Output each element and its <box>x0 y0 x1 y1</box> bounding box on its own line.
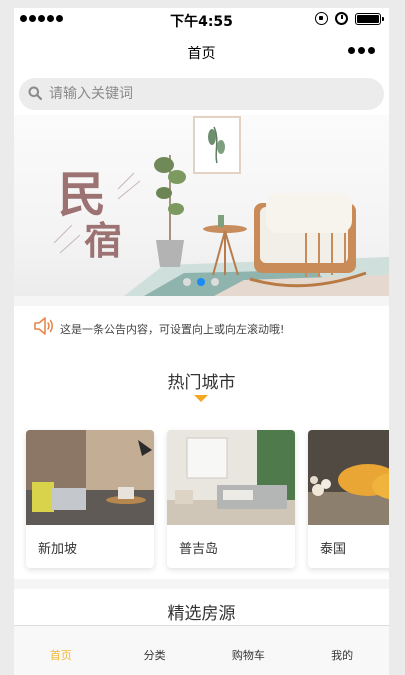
page-title: 首页 <box>187 46 216 62</box>
city-name: 新加坡 <box>38 542 78 557</box>
alarm-icon <box>335 12 348 25</box>
banner-carousel[interactable]: 民 宿 <box>14 115 389 296</box>
status-bar: 下午4:55 <box>14 8 389 30</box>
city-card[interactable]: 泰国 <box>308 430 389 568</box>
navbar: 首页 <box>14 30 389 74</box>
more-icon[interactable] <box>348 47 375 54</box>
carousel-dot[interactable] <box>183 278 191 286</box>
tab-category[interactable]: 分类 <box>108 626 202 675</box>
tab-profile[interactable]: 我的 <box>295 626 389 675</box>
rotation-lock-icon <box>315 12 328 25</box>
search-bar[interactable] <box>19 78 384 110</box>
carousel-dot[interactable] <box>211 278 219 286</box>
search-icon <box>28 86 42 100</box>
city-card[interactable]: 新加坡 <box>26 430 154 568</box>
tab-home[interactable]: 首页 <box>14 626 108 675</box>
hot-cities-scroller[interactable]: 新加坡 普吉岛 泰国 <box>14 419 389 579</box>
tab-bar: 首页 分类 购物车 我的 <box>14 625 389 675</box>
city-name: 普吉岛 <box>179 542 219 557</box>
notice-bar[interactable]: 这是一条公告内容，可设置向上或向左滚动哦! <box>14 306 389 350</box>
hot-cities-title: 热门城市 <box>167 373 236 393</box>
phone-screen: 下午4:55 首页 请输入关键词 民 宿 这是一条公告内容，可设置向上或向左滚动… <box>14 8 389 675</box>
city-name: 泰国 <box>320 542 347 557</box>
search-input[interactable] <box>49 78 369 110</box>
carousel-dot[interactable] <box>197 278 205 286</box>
tab-cart[interactable]: 购物车 <box>202 626 296 675</box>
city-image <box>308 430 389 525</box>
notice-text: 这是一条公告内容，可设置向上或向左滚动哦! <box>60 323 285 336</box>
battery-icon <box>355 12 384 25</box>
banner-headline-bottom: 宿 <box>84 218 123 263</box>
city-image <box>167 430 295 525</box>
featured-title: 精选房源 <box>167 604 236 624</box>
city-card[interactable]: 普吉岛 <box>167 430 295 568</box>
speaker-icon <box>34 317 54 335</box>
city-image <box>26 430 154 525</box>
caret-down-icon <box>194 395 208 402</box>
